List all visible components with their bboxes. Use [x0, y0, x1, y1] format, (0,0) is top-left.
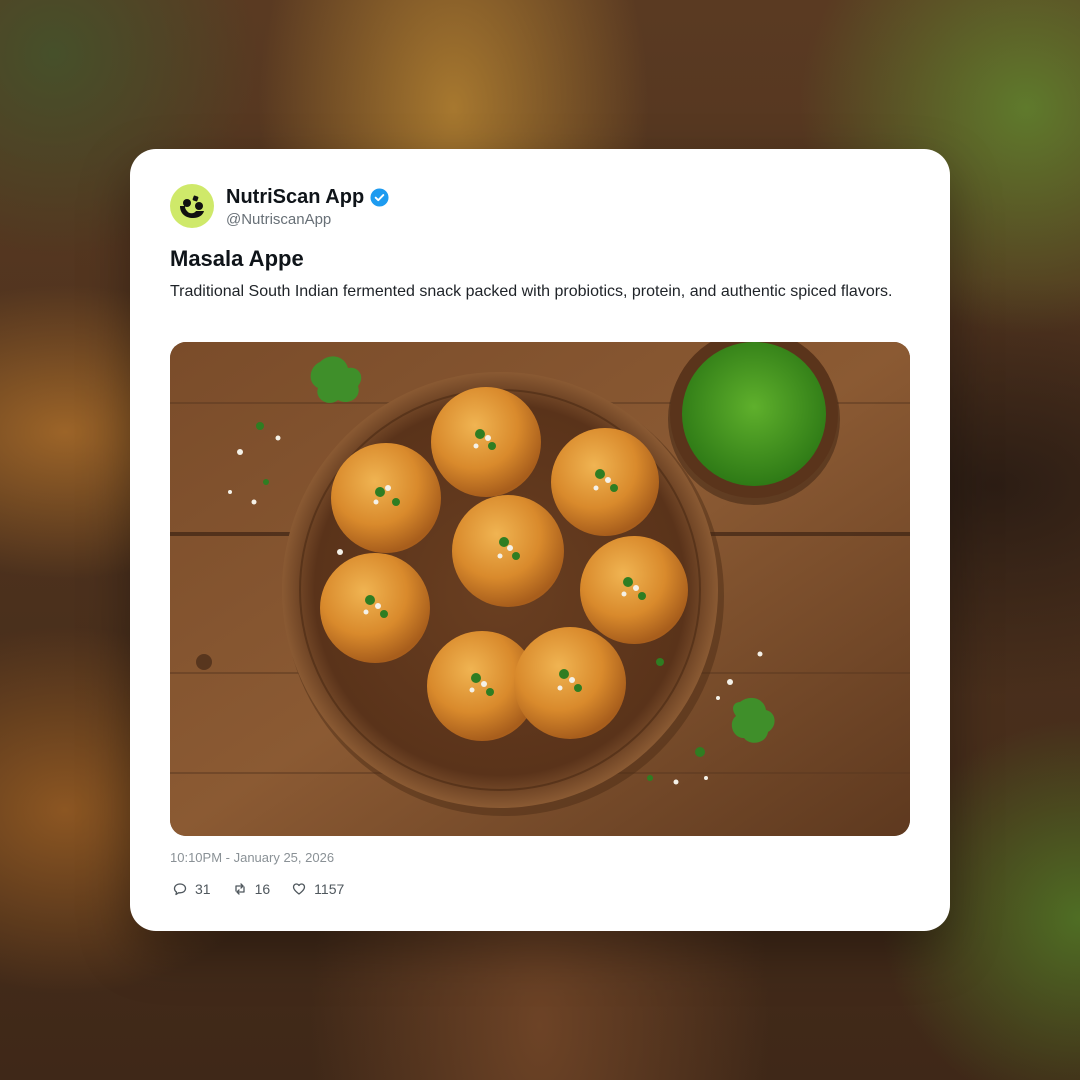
post-timestamp[interactable]: 10:10PM - January 25, 2026 — [170, 850, 334, 865]
avatar[interactable] — [170, 184, 214, 228]
repost-button[interactable]: 16 — [233, 881, 271, 897]
verified-badge-icon — [370, 187, 389, 207]
reply-button[interactable]: 31 — [173, 881, 211, 897]
repost-icon — [234, 883, 245, 895]
repost-count: 16 — [254, 881, 271, 897]
post-title: Masala Appe — [170, 246, 304, 271]
heart-icon — [293, 883, 306, 895]
masala-appe-photo — [170, 342, 910, 836]
author-handle[interactable]: @NutriscanApp — [226, 211, 331, 228]
reply-count: 31 — [195, 881, 211, 897]
post-image[interactable] — [170, 342, 910, 836]
like-button[interactable]: 1157 — [292, 881, 344, 897]
post-description: Traditional South Indian fermented snack… — [170, 283, 893, 300]
author-name[interactable]: NutriScan App — [226, 185, 364, 209]
reply-icon — [173, 883, 187, 896]
nutriscan-logo-icon — [180, 195, 204, 218]
engagement-bar: 31 16 1157 — [173, 881, 366, 897]
author-row: NutriScan App — [226, 185, 389, 209]
like-count: 1157 — [314, 881, 345, 897]
post-card: NutriScan App @NutriscanApp Masala Appe … — [130, 149, 950, 931]
